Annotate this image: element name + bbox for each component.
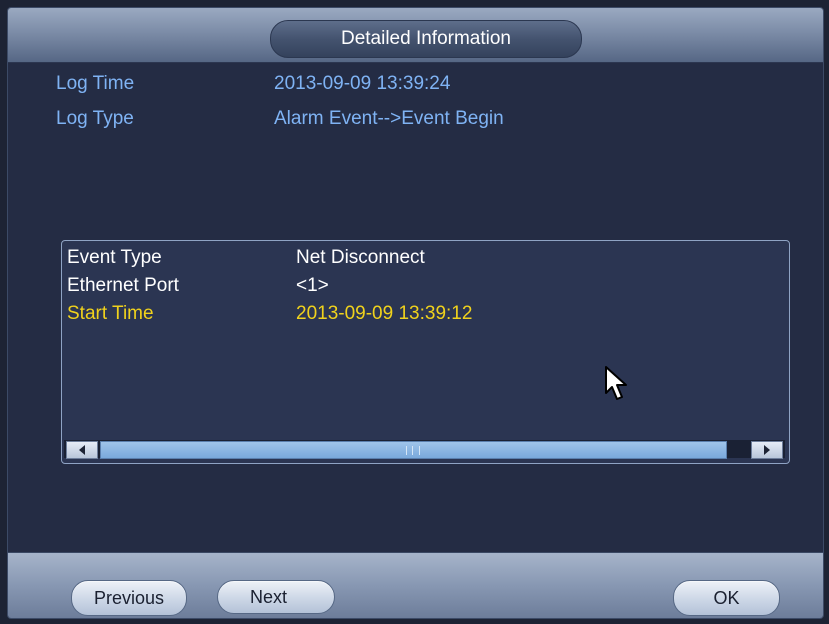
- dialog-title: Detailed Information: [270, 20, 582, 58]
- log-type-value: Alarm Event-->Event Begin: [274, 108, 504, 129]
- scroll-right-button[interactable]: [751, 441, 783, 459]
- ethernet-port-label: Ethernet Port: [67, 275, 179, 296]
- arrow-left-icon: [79, 445, 85, 455]
- scroll-thumb[interactable]: [100, 441, 727, 459]
- event-detail-list: Event Type Net Disconnect Ethernet Port …: [61, 240, 790, 464]
- log-type-label: Log Type: [56, 108, 134, 129]
- log-time-label: Log Time: [56, 73, 135, 94]
- detail-row-ethernet-port: Ethernet Port <1>: [62, 273, 789, 301]
- button-bar: Previous Next OK: [8, 552, 823, 618]
- horizontal-scrollbar[interactable]: [64, 440, 785, 459]
- dialog-content: Log Time 2013-09-09 13:39:24 Log Type Al…: [8, 63, 823, 552]
- mouse-cursor-icon: [605, 366, 627, 400]
- event-type-value: Net Disconnect: [296, 247, 425, 268]
- start-time-label: Start Time: [67, 303, 154, 324]
- next-button[interactable]: Next: [217, 580, 335, 614]
- arrow-right-icon: [764, 445, 770, 455]
- detail-row-start-time: Start Time 2013-09-09 13:39:12: [62, 301, 789, 329]
- scroll-left-button[interactable]: [66, 441, 98, 459]
- detailed-information-dialog: Detailed Information Log Time 2013-09-09…: [7, 7, 824, 619]
- ethernet-port-value: <1>: [296, 275, 329, 296]
- ok-button[interactable]: OK: [673, 580, 780, 616]
- scroll-grip-icon: [406, 446, 420, 455]
- title-bar: Detailed Information: [8, 8, 823, 63]
- event-type-label: Event Type: [67, 247, 162, 268]
- log-time-row: Log Time 2013-09-09 13:39:24: [8, 73, 823, 99]
- log-type-row: Log Type Alarm Event-->Event Begin: [8, 108, 823, 134]
- previous-button[interactable]: Previous: [71, 580, 187, 616]
- log-time-value: 2013-09-09 13:39:24: [274, 73, 451, 94]
- start-time-value: 2013-09-09 13:39:12: [296, 303, 473, 324]
- detail-row-event-type: Event Type Net Disconnect: [62, 245, 789, 273]
